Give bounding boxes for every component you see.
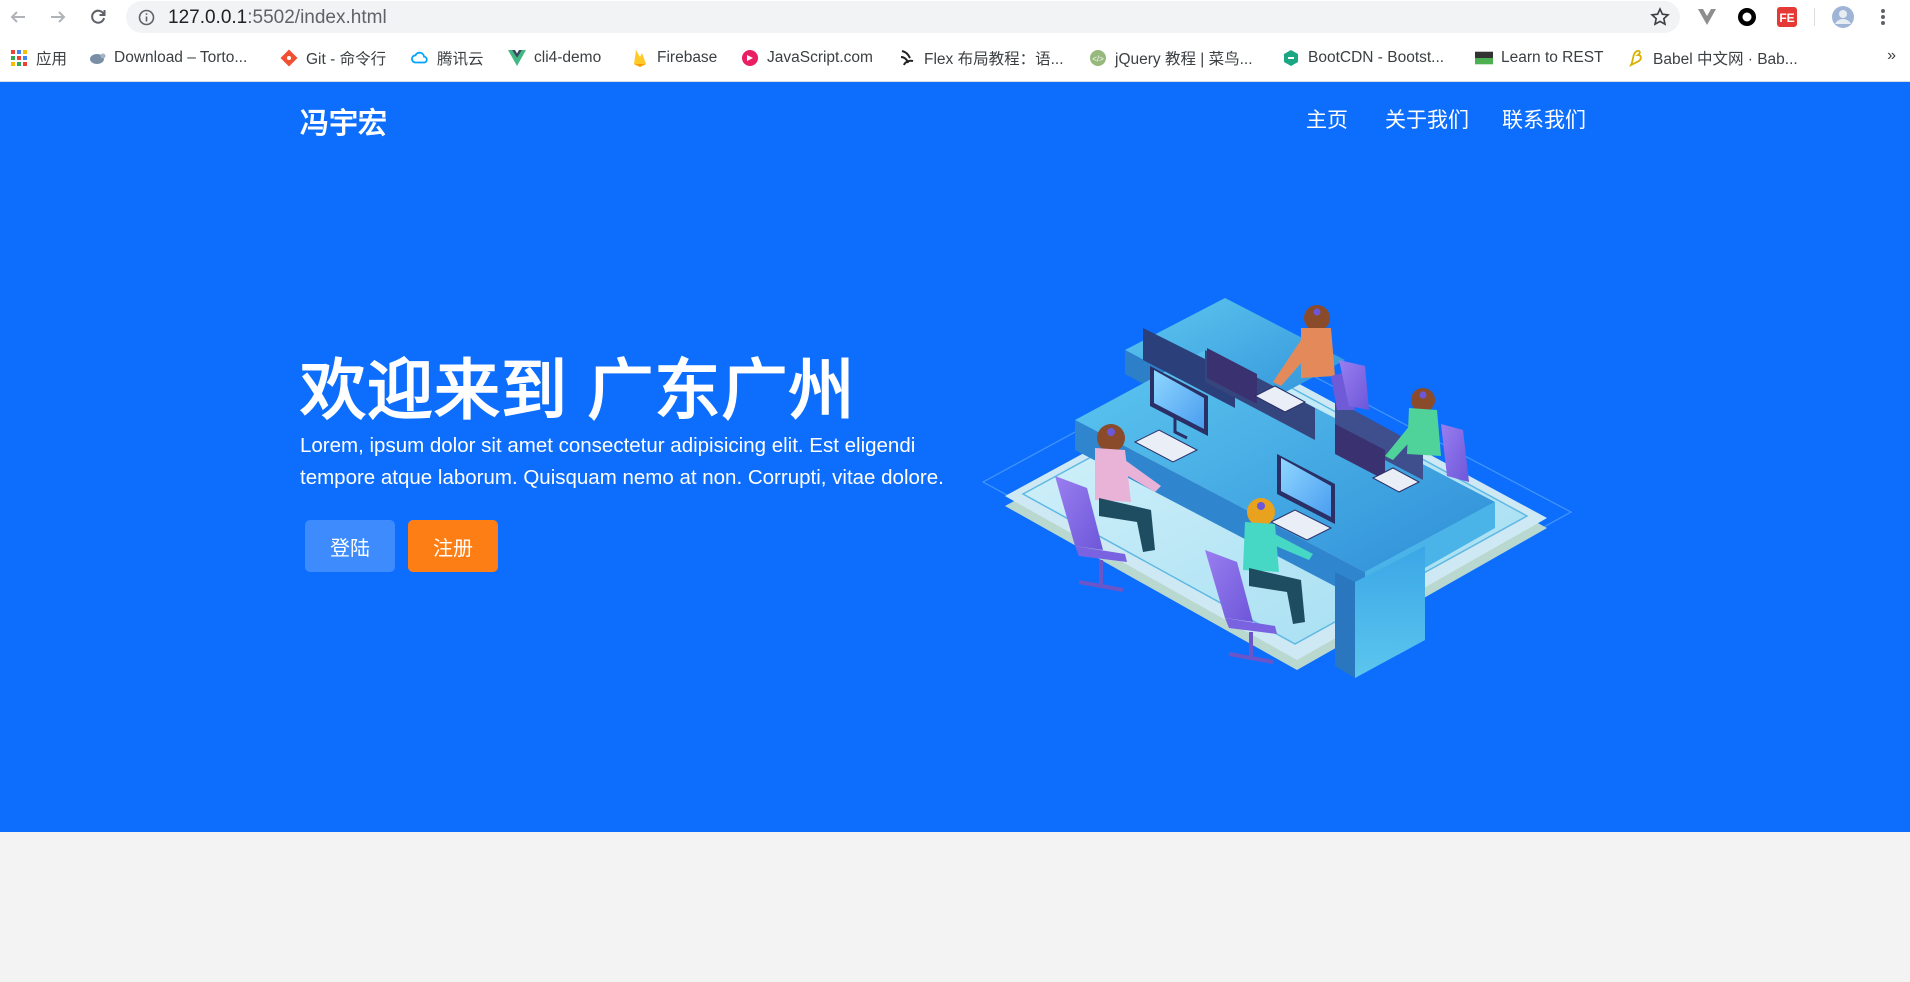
url-text[interactable]: 127.0.0.1:5502/index.html [168,7,387,29]
apps-grid-icon [10,49,28,67]
runoob-icon: </> [1089,49,1107,67]
reload-icon [91,9,106,24]
address-bar[interactable]: 127.0.0.1:5502/index.html [126,1,1680,33]
bookmark-label: Learn to REST [1501,49,1604,66]
brush-icon [898,49,916,67]
cloud-icon [411,49,429,67]
bookmark-learn-rest[interactable]: Learn to REST [1475,47,1604,69]
office-team-illustration [981,298,1573,678]
bookmark-label: Git - 命令行 [306,51,387,68]
bookmark-label: Download – Torto... [114,49,248,66]
reload-button[interactable] [86,5,110,29]
bookmark-label: 应用 [36,51,68,68]
git-icon [280,49,298,67]
bookmarks-bar: 应用 Download – Torto... Git - 命令行 腾讯云 cli… [0,34,1910,82]
bookmark-label: BootCDN - Bootst... [1308,49,1445,66]
back-arrow-icon [10,11,25,23]
register-button[interactable]: 注册 [408,520,498,572]
browser-toolbar: 127.0.0.1:5502/index.html FE [0,0,1910,34]
login-button[interactable]: 登陆 [305,520,395,572]
bookmark-label: jQuery 教程 | 菜鸟... [1115,51,1253,68]
nav-home[interactable]: 主页 [1306,104,1348,134]
info-icon[interactable] [138,9,155,31]
circle-extension-icon[interactable] [1735,5,1759,29]
nav-contact[interactable]: 联系我们 [1502,104,1586,134]
bookmark-babel[interactable]: Babel 中文网 · Bab... [1627,47,1798,69]
forward-arrow-icon [51,11,66,23]
bookmark-star-icon[interactable] [1650,7,1670,32]
firebase-icon [631,49,649,67]
menu-kebab-icon[interactable] [1871,5,1895,29]
vue-devtools-extension-icon[interactable] [1695,5,1719,29]
bookmark-label: Babel 中文网 · Bab... [1653,51,1798,68]
bookmark-tencent-cloud[interactable]: 腾讯云 [411,47,484,69]
bookmark-firebase[interactable]: Firebase [631,47,717,69]
hero-section: 冯宇宏 主页 关于我们 联系我们 欢迎来到 广东广州 Lorem, ipsum … [0,82,1910,832]
svg-text:</>: </> [1092,55,1104,64]
fe-extension-icon[interactable]: FE [1775,5,1799,29]
bookmark-label: Flex 布局教程：语... [924,51,1064,68]
bookmark-label: cli4-demo [534,49,602,66]
back-button[interactable] [6,5,30,29]
more-bookmarks-chevron-icon[interactable]: » [1887,47,1896,65]
bookmark-git[interactable]: Git - 命令行 [280,47,386,69]
nav-about[interactable]: 关于我们 [1385,104,1469,134]
bookmark-label: 腾讯云 [437,51,484,68]
bookmark-javascript[interactable]: JavaScript.com [741,47,873,69]
svg-text:FE: FE [1779,11,1794,25]
bookmark-jquery[interactable]: </> jQuery 教程 | 菜鸟... [1089,47,1253,69]
babel-icon [1627,49,1645,67]
rest-icon [1475,49,1493,67]
javascript-icon [741,49,759,67]
hero-title: 欢迎来到 广东广州 [300,353,856,427]
tortoise-icon [88,49,106,67]
bookmark-label: JavaScript.com [767,49,873,66]
vue-icon [508,49,526,67]
brand-logo[interactable]: 冯宇宏 [300,100,387,142]
bookmark-flex[interactable]: Flex 布局教程：语... [898,47,1064,69]
forward-button[interactable] [46,5,70,29]
bookmark-cli4-demo[interactable]: cli4-demo [508,47,601,69]
bookmark-bootcdn[interactable]: BootCDN - Bootst... [1282,47,1444,69]
bookmark-tortoise[interactable]: Download – Torto... [88,47,247,69]
bookmark-label: Firebase [657,49,718,66]
bookmark-apps[interactable]: 应用 [10,47,67,69]
hero-description: Lorem, ipsum dolor sit amet consectetur … [300,434,944,489]
bootcdn-icon [1282,49,1300,67]
profile-avatar-icon[interactable] [1831,5,1855,29]
